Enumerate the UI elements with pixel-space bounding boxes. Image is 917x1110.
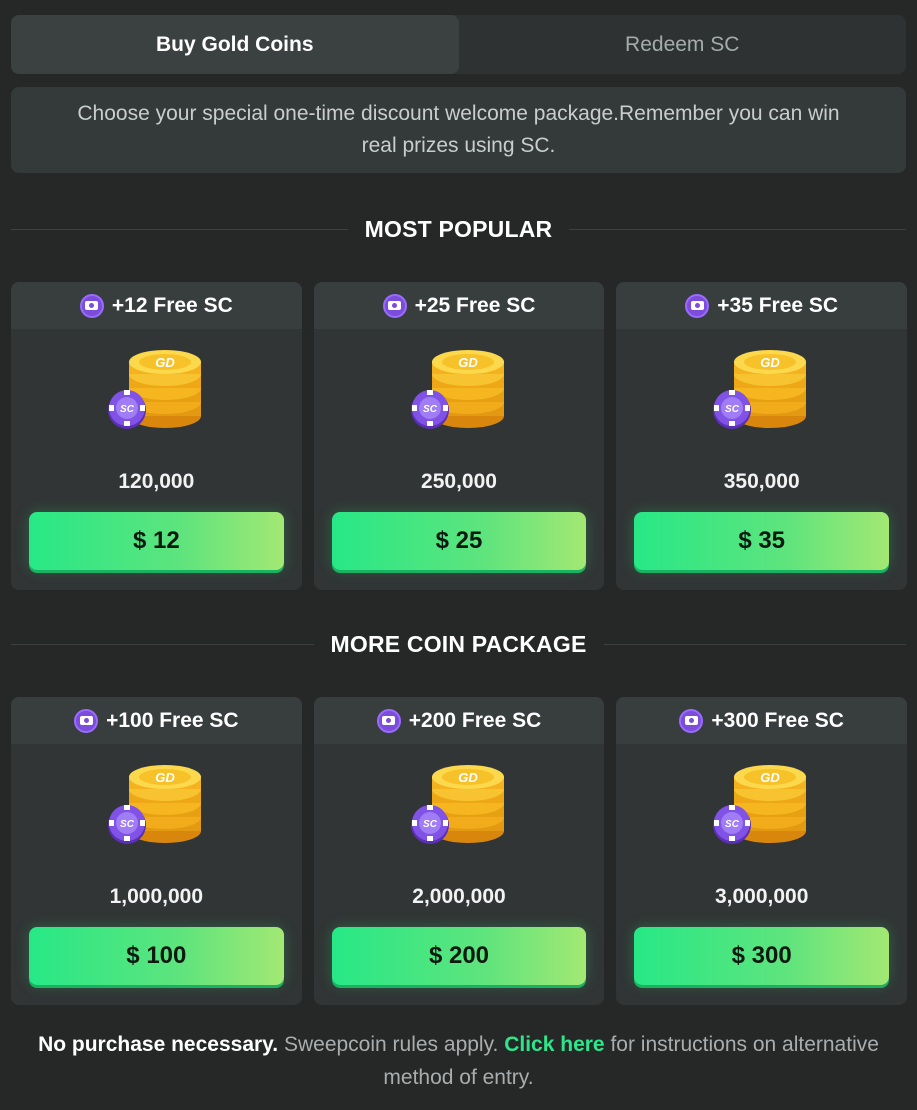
buy-package-button[interactable]: $ 100 [29, 927, 284, 985]
sweep-coin-label: SC [120, 404, 135, 415]
tab-buy-gold-coins[interactable]: Buy Gold Coins [11, 15, 459, 74]
gold-coin-stack-icon: GD SC [713, 350, 807, 429]
package-bonus-label: +12 Free SC [111, 293, 233, 317]
sweep-coin-label: SC [423, 404, 438, 415]
gold-coin-stack-icon: GD SC [410, 350, 504, 429]
sweepcoin-icon [376, 708, 401, 733]
purchase-tabs: Buy Gold Coins Redeem SC [11, 15, 906, 74]
buy-package-button[interactable]: $ 200 [331, 927, 587, 985]
tab-redeem-sc[interactable]: Redeem SC [459, 15, 907, 74]
gold-coin-label: GD [458, 770, 478, 785]
gold-coin-stack-icon: GD SC [410, 765, 504, 844]
package-grid-most-popular: +12 Free SC GD SC 120,000 $ 12 +25 Free … [11, 282, 908, 590]
divider [11, 228, 348, 230]
gold-coin-amount: 350,000 [723, 470, 800, 493]
package-bonus-label: +200 Free SC [408, 708, 542, 732]
package-bonus-label: +35 Free SC [717, 293, 839, 317]
package-bonus-label: +100 Free SC [106, 708, 239, 732]
buy-package-button[interactable]: $ 35 [634, 512, 890, 570]
package-grid-more-coin-package: +100 Free SC GD SC 1,000,000 $ 100 +200 … [11, 697, 908, 1005]
gold-coin-amount: 3,000,000 [714, 885, 809, 908]
click-here-link[interactable]: Click here [504, 1033, 604, 1056]
gold-coin-stack-icon: GD SC [713, 765, 807, 844]
package-bonus-header: +25 Free SC [313, 282, 605, 329]
package-bonus-header: +200 Free SC [313, 697, 605, 744]
section-title: MORE COIN PACKAGE [330, 630, 587, 657]
package-card: +12 Free SC GD SC 120,000 $ 12 [11, 282, 302, 590]
gold-coin-label: GD [761, 355, 781, 370]
rules-text: Sweepcoin rules apply. [278, 1033, 505, 1056]
sweepcoin-icon [685, 293, 710, 318]
section-title: MOST POPULAR [364, 215, 553, 242]
divider [603, 643, 906, 645]
package-card: +100 Free SC GD SC 1,000,000 $ 100 [11, 697, 302, 1005]
buy-package-button[interactable]: $ 25 [331, 512, 587, 570]
sweep-coin-label: SC [120, 819, 135, 830]
gold-coin-label: GD [458, 355, 478, 370]
package-bonus-header: +12 Free SC [11, 282, 302, 329]
package-card: +35 Free SC GD SC 350,000 $ 35 [616, 282, 908, 590]
package-bonus-label: +25 Free SC [414, 293, 536, 317]
buy-package-button[interactable]: $ 12 [29, 512, 284, 570]
package-card: +25 Free SC GD SC 250,000 $ 25 [313, 282, 605, 590]
sweep-coin-label: SC [725, 819, 740, 830]
sweep-coin-label: SC [725, 404, 740, 415]
package-bonus-label: +300 Free SC [711, 708, 844, 732]
gold-coin-amount: 1,000,000 [109, 885, 204, 908]
package-card: +200 Free SC GD SC 2,000,000 $ 200 [313, 697, 605, 1005]
package-card: +300 Free SC GD SC 3,000,000 $ 300 [616, 697, 908, 1005]
divider [569, 228, 906, 230]
package-bonus-header: +100 Free SC [11, 697, 302, 744]
package-bonus-header: +35 Free SC [616, 282, 908, 329]
divider [11, 643, 314, 645]
legal-footer: No purchase necessary. Sweepcoin rules a… [11, 1028, 906, 1094]
sweepcoin-icon [74, 708, 99, 733]
sweep-coin-label: SC [423, 819, 438, 830]
gold-coin-amount: 250,000 [421, 470, 497, 493]
package-bonus-header: +300 Free SC [616, 697, 908, 744]
section-header-most-popular: MOST POPULAR [11, 214, 906, 244]
gold-coin-amount: 120,000 [118, 470, 195, 493]
sweepcoin-icon [679, 708, 704, 733]
gold-coin-label: GD [155, 355, 175, 370]
no-purchase-text: No purchase necessary. [38, 1033, 279, 1056]
gold-coin-stack-icon: GD SC [108, 765, 201, 844]
welcome-notice: Choose your special one-time discount we… [11, 87, 906, 173]
gold-coin-stack-icon: GD SC [108, 350, 201, 429]
gold-coin-amount: 2,000,000 [412, 885, 506, 908]
sweepcoin-icon [382, 293, 407, 318]
section-header-more-coin-package: MORE COIN PACKAGE [11, 629, 906, 659]
gold-coin-label: GD [761, 770, 781, 785]
gold-coin-label: GD [155, 770, 175, 785]
buy-package-button[interactable]: $ 300 [634, 927, 890, 985]
sweepcoin-icon [79, 293, 104, 318]
